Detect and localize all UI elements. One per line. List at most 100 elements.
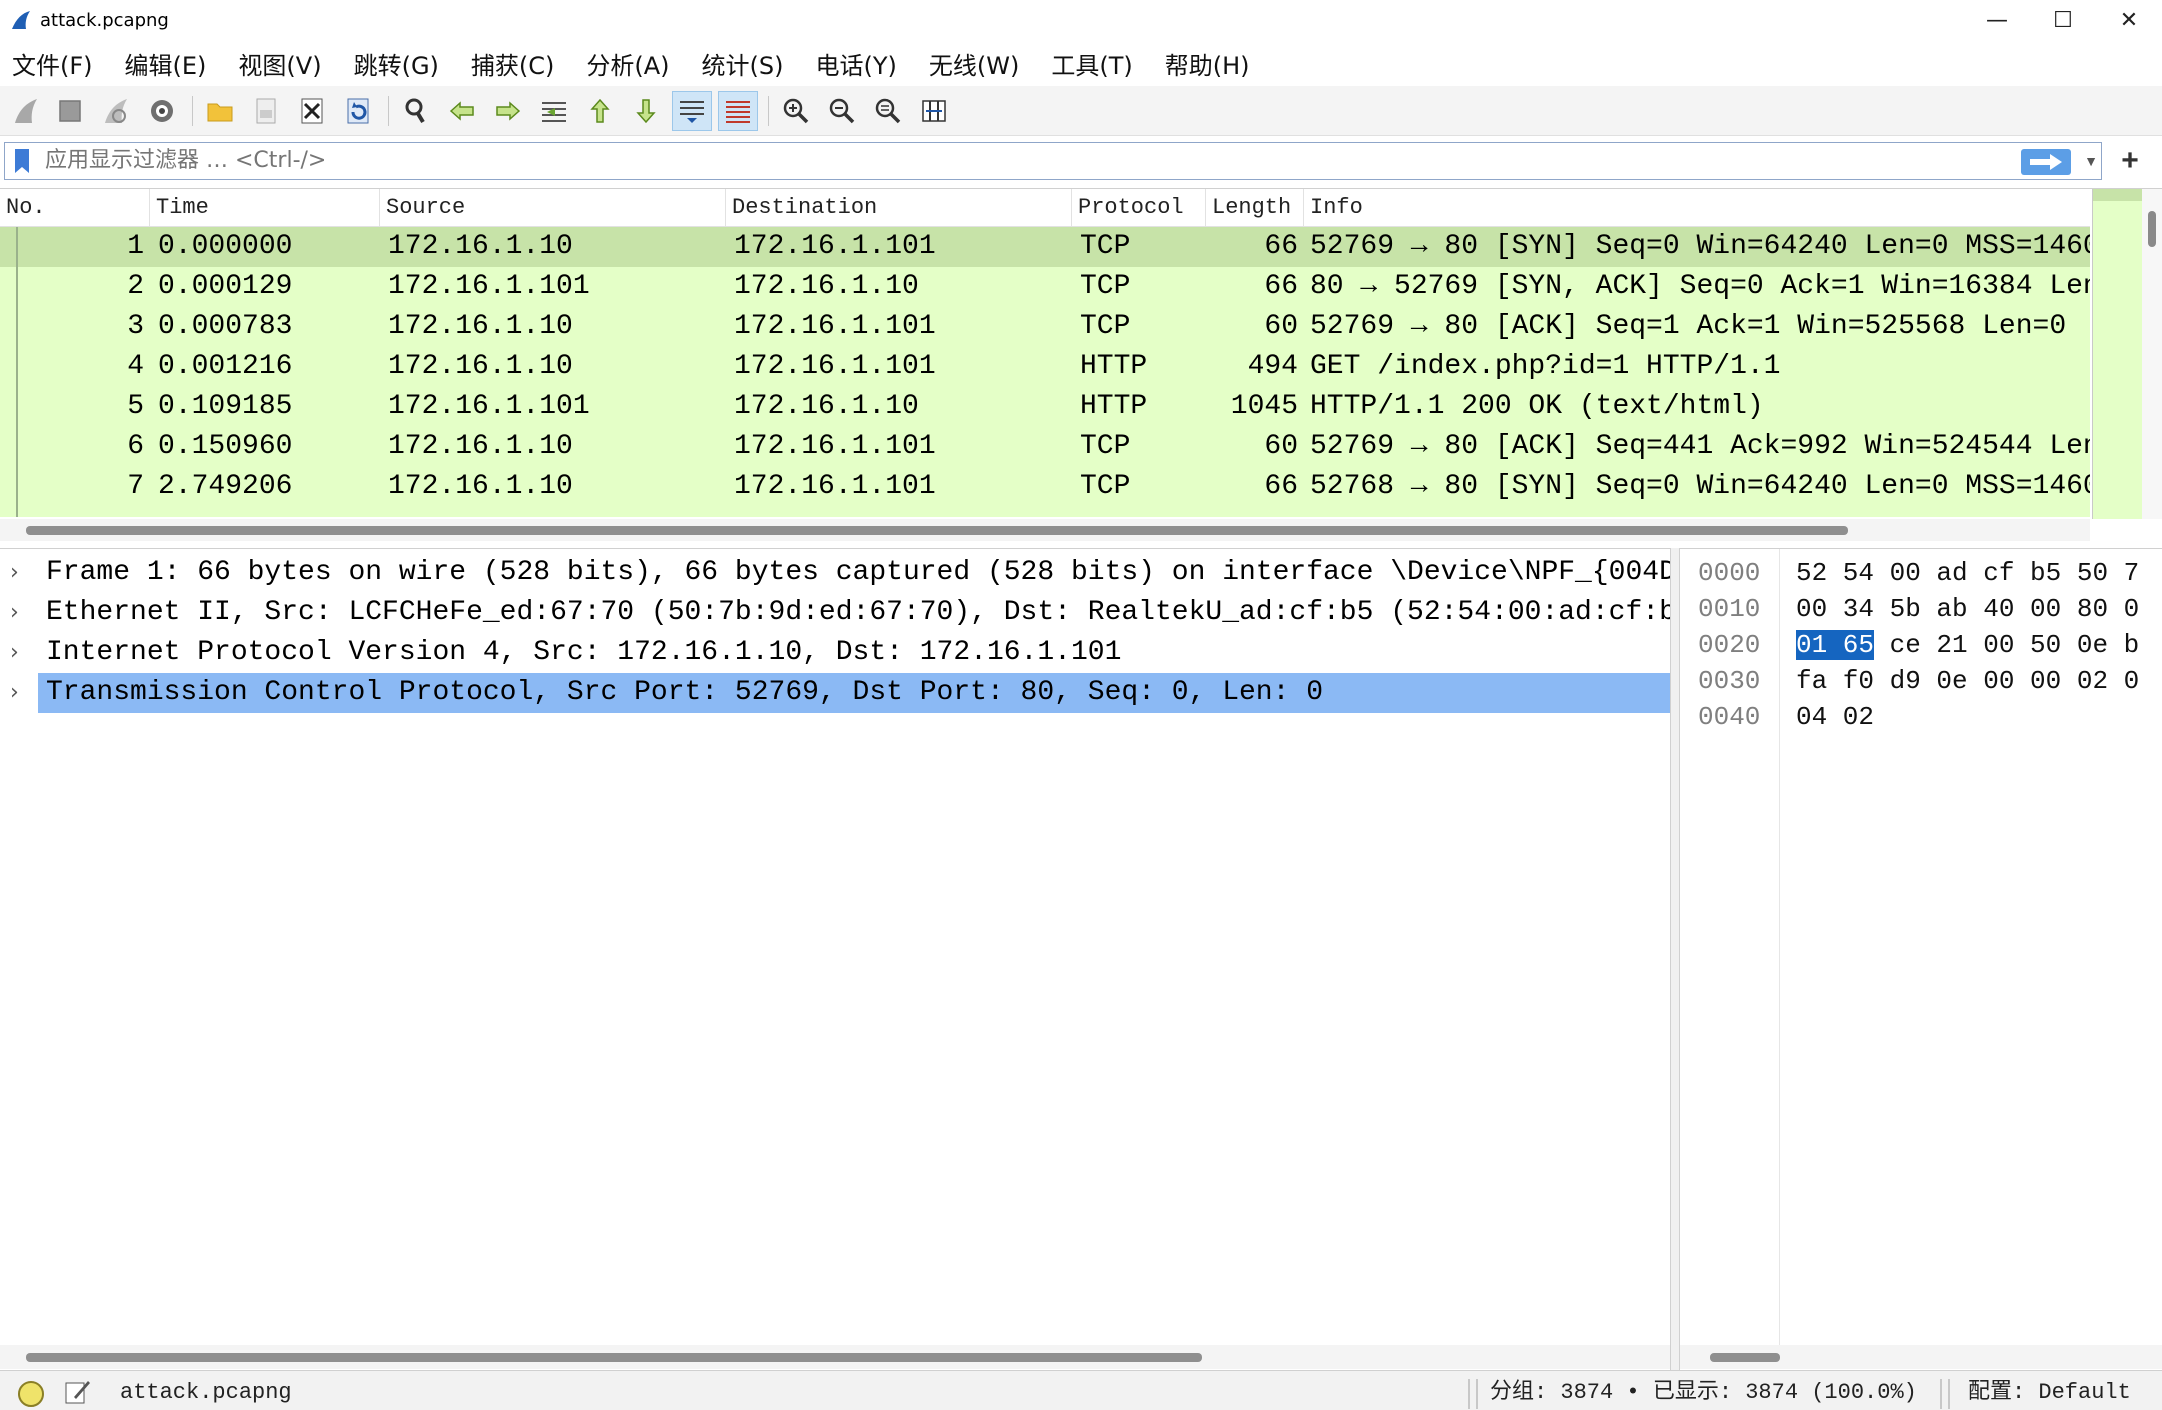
expand-chevron-icon[interactable]: › [10, 633, 30, 673]
menu-file[interactable]: 文件(F) [12, 46, 93, 81]
cell-no: 2 [127, 271, 144, 302]
cell-protocol: TCP [1080, 231, 1131, 262]
column-header-info[interactable]: Info [1304, 189, 2090, 227]
close-button[interactable]: ✕ [2096, 0, 2162, 40]
menu-telephony[interactable]: 电话(Y) [816, 46, 897, 81]
packet-row[interactable]: 4 0.001216 172.16.1.10 172.16.1.101 HTTP… [0, 347, 2090, 387]
packet-list-vscrollbar[interactable] [2142, 189, 2162, 519]
display-filter-box: ▼ [4, 142, 2102, 180]
expand-chevron-icon[interactable]: › [10, 593, 30, 633]
detail-tree-item-ipv4[interactable]: › Internet Protocol Version 4, Src: 172.… [0, 633, 1670, 673]
menu-edit[interactable]: 编辑(E) [125, 46, 207, 81]
byte-hex-line[interactable]: fa f0 d9 0e 00 00 02 0 [1796, 663, 2139, 699]
byte-hex-line[interactable]: 01 65 ce 21 00 50 0e b [1796, 627, 2139, 663]
byte-hex-line[interactable]: 04 02 [1796, 699, 1874, 735]
normal-size-icon [875, 98, 901, 124]
details-hscrollbar[interactable] [0, 1345, 1670, 1369]
byte-hex-line[interactable]: 52 54 00 ad cf b5 50 7 [1796, 555, 2139, 591]
column-header-source[interactable]: Source [380, 189, 726, 227]
cell-no: 5 [127, 391, 144, 422]
stop-capture-button[interactable] [50, 91, 90, 131]
cell-time: 0.000783 [158, 311, 293, 342]
packet-row[interactable]: 1 0.000000 172.16.1.10 172.16.1.101 TCP … [0, 227, 2090, 267]
add-filter-button-button[interactable]: + [2110, 142, 2150, 180]
apply-filter-button[interactable] [2021, 149, 2071, 175]
hex-bytes: 00 34 5b ab 40 00 80 0 [1796, 594, 2140, 624]
menu-tools[interactable]: 工具(T) [1051, 46, 1132, 81]
column-header-no[interactable]: No. [0, 189, 150, 227]
first-packet-button[interactable] [580, 91, 620, 131]
cell-destination: 172.16.1.10 [734, 271, 919, 302]
start-capture-button[interactable] [6, 91, 46, 131]
maximize-button[interactable]: ☐ [2030, 0, 2096, 40]
menu-wireless[interactable]: 无线(W) [929, 46, 1019, 81]
zoom-out-button[interactable] [822, 91, 862, 131]
cell-length: 60 [1264, 311, 1298, 342]
cell-time: 0.000000 [158, 231, 293, 262]
title-bar: attack.pcapng — ☐ ✕ [0, 0, 2162, 40]
reload-file-icon [347, 98, 369, 124]
packet-row[interactable]: 3 0.000783 172.16.1.10 172.16.1.101 TCP … [0, 307, 2090, 347]
open-file-button[interactable] [200, 91, 240, 131]
go-to-packet-button[interactable] [534, 91, 574, 131]
conversation-bracket [16, 227, 18, 517]
zoom-in-button[interactable] [776, 91, 816, 131]
menu-go[interactable]: 跳转(G) [354, 46, 439, 81]
menu-analyze[interactable]: 分析(A) [586, 46, 669, 81]
status-file-name: attack.pcapng [120, 1380, 292, 1405]
packet-row[interactable]: 6 0.150960 172.16.1.10 172.16.1.101 TCP … [0, 427, 2090, 467]
menu-view[interactable]: 视图(V) [238, 46, 321, 81]
packet-row[interactable]: 7 2.749206 172.16.1.10 172.16.1.101 TCP … [0, 467, 2090, 507]
go-back-button[interactable] [442, 91, 482, 131]
filter-history-dropdown[interactable]: ▼ [2081, 143, 2101, 179]
close-icon: ✕ [2119, 7, 2139, 33]
column-header-length[interactable]: Length [1206, 189, 1304, 227]
hex-bytes: 04 02 [1796, 702, 1875, 732]
last-packet-button[interactable] [626, 91, 666, 131]
detail-tree-item-frame[interactable]: › Frame 1: 66 bytes on wire (528 bits), … [0, 553, 1670, 593]
capture-comment-icon[interactable] [62, 1377, 92, 1407]
auto-scroll-button[interactable] [672, 91, 712, 131]
packet-row[interactable]: 5 0.109185 172.16.1.101 172.16.1.10 HTTP… [0, 387, 2090, 427]
resize-columns-button[interactable] [914, 91, 954, 131]
filter-bookmark-icon[interactable] [9, 147, 35, 175]
column-header-protocol[interactable]: Protocol [1072, 189, 1206, 227]
pane-splitter[interactable] [1670, 548, 1680, 1370]
detail-tree-item-tcp[interactable]: › Transmission Control Protocol, Src Por… [0, 673, 1670, 713]
cell-no: 7 [127, 471, 144, 502]
status-profile[interactable]: 配置: Default [1968, 1371, 2131, 1410]
detail-tree-item-ethernet[interactable]: › Ethernet II, Src: LCFCHeFe_ed:67:70 (5… [0, 593, 1670, 633]
cell-source: 172.16.1.10 [388, 231, 573, 262]
menu-help[interactable]: 帮助(H) [1165, 46, 1250, 81]
byte-hex-line[interactable]: 00 34 5b ab 40 00 80 0 [1796, 591, 2139, 627]
column-header-time[interactable]: Time [150, 189, 380, 227]
bytes-hscrollbar[interactable] [1680, 1345, 2162, 1369]
expert-info-led-icon[interactable] [18, 1381, 44, 1407]
cell-source: 172.16.1.10 [388, 471, 573, 502]
close-file-button[interactable] [292, 91, 332, 131]
reload-file-button[interactable] [338, 91, 378, 131]
expand-chevron-icon[interactable]: › [10, 553, 30, 593]
expand-chevron-icon[interactable]: › [10, 673, 30, 713]
save-file-button[interactable] [246, 91, 286, 131]
cell-destination: 172.16.1.101 [734, 431, 936, 462]
menu-capture[interactable]: 捕获(C) [471, 46, 554, 81]
colorize-button[interactable] [718, 91, 758, 131]
find-packet-icon [405, 98, 425, 124]
normal-size-button[interactable] [868, 91, 908, 131]
cell-length: 66 [1264, 271, 1298, 302]
packet-list-hscrollbar[interactable] [0, 519, 2090, 541]
restart-capture-button[interactable] [96, 91, 136, 131]
go-forward-button[interactable] [488, 91, 528, 131]
menu-statistics[interactable]: 统计(S) [702, 46, 784, 81]
cell-source: 172.16.1.10 [388, 431, 573, 462]
find-packet-button[interactable] [396, 91, 436, 131]
minimize-button[interactable]: — [1964, 0, 2030, 40]
cell-destination: 172.16.1.10 [734, 391, 919, 422]
display-filter-input[interactable] [45, 143, 1945, 179]
column-header-destination[interactable]: Destination [726, 189, 1072, 227]
packet-row[interactable]: 2 0.000129 172.16.1.101 172.16.1.10 TCP … [0, 267, 2090, 307]
byte-offset: 0000 [1698, 558, 1761, 588]
packet-minimap[interactable] [2092, 189, 2143, 519]
capture-options-button[interactable] [142, 91, 182, 131]
